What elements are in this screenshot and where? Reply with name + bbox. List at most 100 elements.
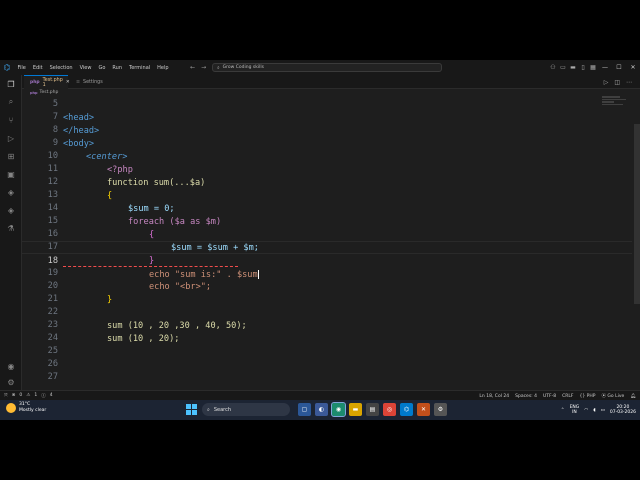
code-editor[interactable]: 5 <head> 7 </head> 8 <body> 9 <center> 1…: [22, 91, 632, 389]
code-line: 24: [22, 319, 632, 343]
menu-terminal[interactable]: Terminal: [126, 65, 154, 71]
indentation[interactable]: Spaces: 4: [515, 394, 537, 399]
layout-sidebar-icon[interactable]: ▭: [558, 60, 568, 75]
tray-chevron-icon[interactable]: ⌃: [561, 408, 565, 413]
python-env-icon[interactable]: ◈: [0, 203, 22, 217]
copilot-icon[interactable]: ⚇: [548, 60, 558, 75]
menu-selection[interactable]: Selection: [46, 65, 76, 71]
code-line: 27: [22, 358, 632, 382]
explorer-icon[interactable]: ❐: [0, 77, 22, 91]
chrome-icon[interactable]: ◎: [383, 403, 396, 416]
command-center-search[interactable]: ⌕ Grow Coding skills: [212, 63, 443, 72]
line-number: 27: [47, 372, 58, 383]
code-line: 20 }: [22, 267, 632, 304]
weather-condition: Mostly clear: [19, 407, 47, 413]
minimap-line: [602, 103, 623, 105]
tab-bar: php Test.php 1 ✕ ≡ Settings ▷ ◫ ⋯: [22, 75, 640, 89]
minimap-line: [602, 96, 620, 98]
notifications-bell-icon[interactable]: 🔔︎: [630, 394, 636, 399]
volume-icon[interactable]: ◖: [593, 408, 595, 413]
weather-text: 31°C Mostly clear: [19, 402, 46, 413]
braces-icon: {}: [579, 393, 586, 399]
minimize-icon[interactable]: —: [598, 60, 612, 75]
menu-help[interactable]: Help: [154, 65, 172, 71]
source-control-icon[interactable]: ⑂: [0, 113, 22, 127]
forward-arrow-icon[interactable]: →: [201, 64, 206, 71]
close-icon[interactable]: ✕: [626, 60, 640, 75]
tab-test-php[interactable]: php Test.php 1 ✕: [24, 75, 70, 89]
info-icon[interactable]: ⓘ: [41, 393, 46, 399]
testing-icon[interactable]: ⚗: [0, 221, 22, 235]
manage-gear-icon[interactable]: ⚙: [0, 375, 22, 389]
wifi-icon[interactable]: ◠: [584, 408, 588, 413]
menu-run[interactable]: Run: [109, 65, 126, 71]
warning-count[interactable]: 1: [34, 393, 37, 398]
windows-start-icon[interactable]: [186, 404, 197, 415]
customize-layout-icon[interactable]: ▦: [588, 60, 598, 75]
run-file-icon[interactable]: ▷: [604, 79, 609, 86]
maximize-icon[interactable]: ☐: [612, 60, 626, 75]
vscode-logo-icon: ⌬: [3, 63, 11, 72]
more-actions-icon[interactable]: ⋯: [626, 79, 632, 86]
python-icon[interactable]: ◈: [0, 185, 22, 199]
account-icon[interactable]: ◉: [0, 359, 22, 373]
code-line: 21: [22, 280, 632, 304]
layout-panel-icon[interactable]: ▬: [568, 60, 578, 75]
weather-widget[interactable]: 31°C Mostly clear: [6, 402, 46, 413]
clock[interactable]: 20:20 07-03-2026: [610, 405, 636, 416]
settings-app-icon[interactable]: ⚙: [434, 403, 447, 416]
warning-icon[interactable]: ⚠: [26, 393, 30, 398]
windows-taskbar: 31°C Mostly clear ⌕ Search ▢ ◐ ◉ ▬ ▤ ◎ ⌬…: [0, 400, 640, 420]
code-line: 23 sum (10 , 20);: [22, 306, 632, 343]
taskbar-search-label: Search: [213, 406, 231, 413]
error-squiggle: [63, 266, 238, 267]
file-explorer-icon[interactable]: ▬: [349, 403, 362, 416]
menu-go[interactable]: Go: [95, 65, 109, 71]
code-line: 15 {: [22, 202, 632, 239]
cursor-position[interactable]: Ln 18, Col 24: [479, 394, 509, 399]
minimap[interactable]: [602, 96, 632, 116]
code-line: 8 <body>: [22, 111, 632, 148]
code-line: 12 {: [22, 163, 632, 200]
back-arrow-icon[interactable]: ←: [190, 64, 195, 71]
title-bar: ⌬ File Edit Selection View Go Run Termin…: [0, 60, 640, 75]
search-icon: ⌕: [217, 65, 220, 71]
code-line: 22 sum (10 , 20 ,30 , 40, 50);: [22, 293, 632, 330]
language-label: PHP: [586, 393, 596, 399]
run-debug-icon[interactable]: ▷: [0, 131, 22, 145]
end-of-line[interactable]: CRLF: [562, 394, 573, 399]
code-line: 10 <?php: [22, 137, 632, 174]
remote-icon[interactable]: ⤧: [4, 393, 8, 399]
vscode-app-icon[interactable]: ⌬: [400, 403, 413, 416]
go-live-button[interactable]: ⦿ Go Live: [601, 393, 624, 399]
language-mode[interactable]: {} PHP: [579, 394, 595, 399]
search-icon[interactable]: ⌕: [0, 95, 22, 109]
task-view-icon[interactable]: ▢: [298, 403, 311, 416]
language-region: IN: [572, 410, 577, 415]
php-file-icon: php: [30, 80, 40, 85]
menu-view[interactable]: View: [76, 65, 95, 71]
menu-file[interactable]: File: [14, 65, 29, 71]
copilot-app-icon[interactable]: ◐: [315, 403, 328, 416]
error-icon[interactable]: ⊗: [12, 393, 16, 398]
remote-explorer-icon[interactable]: ▣: [0, 167, 22, 181]
encoding[interactable]: UTF-8: [543, 394, 556, 399]
edge-browser-icon[interactable]: ◉: [331, 402, 346, 417]
layout-secondary-icon[interactable]: ▯: [578, 60, 588, 75]
date: 07-03-2026: [609, 410, 636, 415]
menu-edit[interactable]: Edit: [29, 65, 46, 71]
language-indicator[interactable]: ENG IN: [570, 405, 580, 416]
minimap-line: [602, 101, 614, 103]
info-count[interactable]: 4: [50, 393, 53, 398]
error-count[interactable]: 0: [19, 393, 22, 398]
extensions-icon[interactable]: ⊞: [0, 149, 22, 163]
battery-icon[interactable]: ▭: [601, 408, 605, 413]
xampp-icon[interactable]: ✕: [417, 403, 430, 416]
editor-scrollbar[interactable]: [634, 124, 640, 304]
split-editor-icon[interactable]: ◫: [614, 79, 620, 86]
taskbar-search[interactable]: ⌕ Search: [202, 403, 290, 416]
store-icon[interactable]: ▤: [366, 403, 379, 416]
code-line: 14 foreach ($a as $m): [22, 189, 632, 226]
tab-settings[interactable]: ≡ Settings: [70, 75, 114, 89]
code-line-current: 18 echo "sum is:" . $sum: [22, 241, 632, 280]
